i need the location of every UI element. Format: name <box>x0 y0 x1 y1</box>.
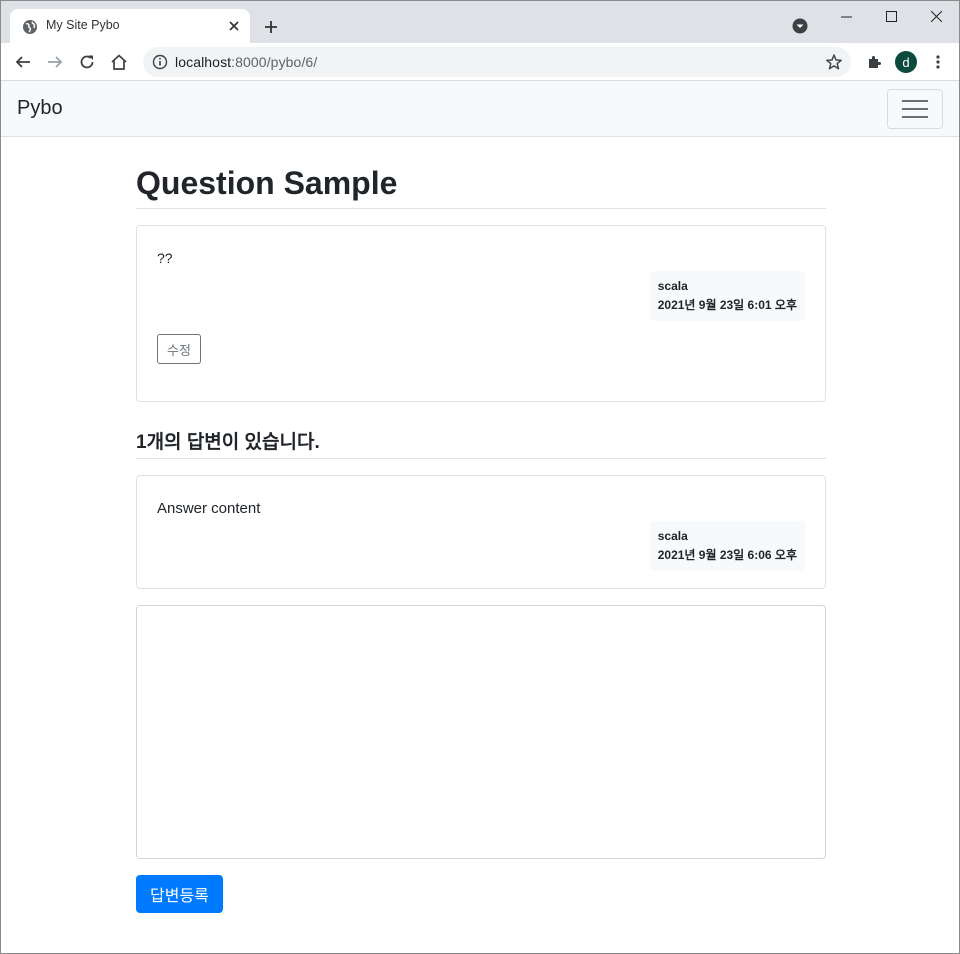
answer-divider <box>136 458 826 459</box>
answer-meta-badge: scala 2021년 9월 23일 6:06 오후 <box>649 521 805 571</box>
site-navbar: Pybo <box>1 81 959 137</box>
submit-answer-button[interactable]: 답변등록 <box>136 875 223 913</box>
back-icon[interactable] <box>10 49 36 75</box>
profile-avatar[interactable]: d <box>895 51 917 73</box>
title-divider <box>136 208 826 209</box>
url-path: :8000/pybo/6/ <box>231 54 318 70</box>
url-text: localhost:8000/pybo/6/ <box>175 54 317 70</box>
navbar-brand[interactable]: Pybo <box>17 97 63 120</box>
hamburger-icon <box>902 100 928 118</box>
question-author: scala <box>657 279 688 293</box>
question-content: ?? <box>157 250 173 266</box>
minimize-icon[interactable] <box>823 1 869 31</box>
tab-search-icon[interactable] <box>792 18 808 34</box>
reload-icon[interactable] <box>74 49 100 75</box>
answer-textarea[interactable] <box>136 605 826 859</box>
home-icon[interactable] <box>106 49 132 75</box>
address-bar[interactable]: localhost:8000/pybo/6/ <box>143 47 851 77</box>
close-tab-icon[interactable] <box>224 16 244 36</box>
tab-strip: My Site Pybo <box>1 1 959 43</box>
menu-kebab-icon[interactable] <box>925 49 951 75</box>
browser-toolbar: localhost:8000/pybo/6/ d <box>1 43 959 81</box>
extensions-icon[interactable] <box>861 49 887 75</box>
tab-title: My Site Pybo <box>46 18 120 32</box>
question-date: 2021년 9월 23일 6:01 오후 <box>657 298 797 312</box>
answer-date: 2021년 9월 23일 6:06 오후 <box>657 548 797 562</box>
maximize-icon[interactable] <box>868 1 914 31</box>
answer-content: Answer content <box>157 500 261 517</box>
navbar-toggler[interactable] <box>887 89 943 129</box>
answer-author: scala <box>657 529 688 543</box>
new-tab-icon[interactable] <box>259 15 283 39</box>
question-card: ?? scala 2021년 9월 23일 6:01 오후 수정 <box>136 225 826 402</box>
question-subject: Question Sample <box>136 165 398 201</box>
info-icon[interactable] <box>152 54 168 70</box>
globe-icon <box>22 19 38 35</box>
browser-tab[interactable]: My Site Pybo <box>10 9 250 43</box>
bookmark-star-icon[interactable] <box>825 53 843 71</box>
close-window-icon[interactable] <box>913 1 959 31</box>
answer-card: Answer content scala 2021년 9월 23일 6:06 오… <box>136 475 826 589</box>
forward-icon[interactable] <box>42 49 68 75</box>
answer-count-heading: 1개의 답변이 있습니다. <box>136 427 320 454</box>
edit-question-button[interactable]: 수정 <box>157 334 201 364</box>
answer-count: 1 <box>136 432 147 453</box>
answer-count-suffix: 개의 답변이 있습니다. <box>146 432 320 453</box>
url-host: localhost <box>175 54 232 70</box>
question-meta-badge: scala 2021년 9월 23일 6:01 오후 <box>649 271 805 321</box>
page-content: Pybo Question Sample ?? scala 2021년 9월 2… <box>1 81 959 953</box>
browser-window: My Site Pybo localhost:8000/pybo/6/ d Py… <box>0 0 960 954</box>
